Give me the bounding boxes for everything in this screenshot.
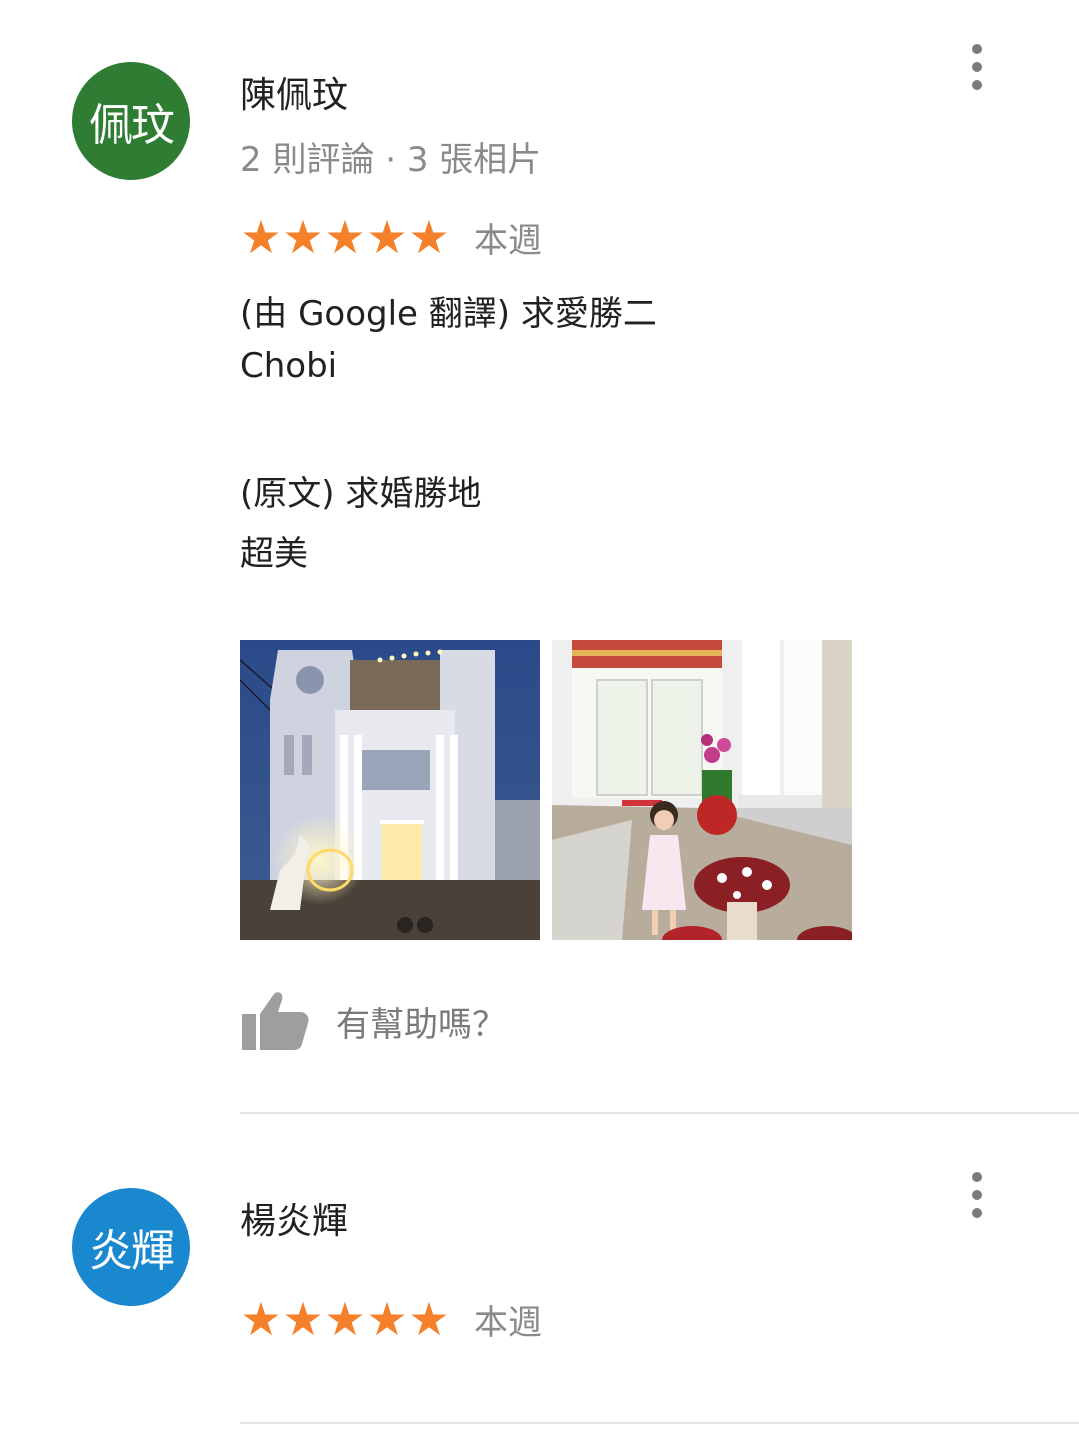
more-options-icon[interactable] — [966, 44, 988, 90]
avatar-initials: 炎輝 — [89, 1226, 175, 1277]
star-icon: ★ — [240, 1292, 282, 1346]
star-icon: ★ — [240, 210, 282, 264]
building-night-photo — [240, 640, 540, 940]
star-icon: ★ — [324, 210, 366, 264]
original-text-line: (原文) 求婚勝地 — [240, 474, 482, 514]
original-text-line: 超美 — [240, 534, 308, 574]
star-icon: ★ — [324, 1292, 366, 1346]
review-card: 炎輝 楊炎輝 ★ ★ ★ ★ ★ 本週 — [0, 1120, 1079, 1440]
divider — [240, 1422, 1079, 1424]
avatar-initials: 佩玟 — [89, 100, 175, 151]
star-icon: ★ — [366, 1292, 408, 1346]
thumbs-up-icon — [242, 992, 309, 1050]
review-card: 佩玟 陳佩玟 2 則評論 · 3 張相片 ★ ★ ★ ★ ★ 本週 (由 Goo… — [0, 0, 1079, 1120]
translated-text-line: (由 Google 翻譯) 求愛勝二 — [240, 294, 657, 334]
star-icon: ★ — [408, 210, 450, 264]
avatar[interactable]: 炎輝 — [72, 1188, 190, 1306]
reviewer-name[interactable]: 陳佩玟 — [240, 66, 348, 118]
helpful-label: 有幫助嗎？ — [336, 1004, 506, 1045]
child-entrance-photo — [552, 640, 852, 940]
star-icon: ★ — [366, 210, 408, 264]
review-date: 本週 — [474, 220, 542, 261]
review-photo[interactable] — [240, 640, 540, 940]
review-photo[interactable] — [552, 640, 852, 940]
star-icon: ★ — [282, 210, 324, 264]
star-rating: ★ ★ ★ ★ ★ — [240, 214, 450, 260]
star-rating: ★ ★ ★ ★ ★ — [240, 1296, 450, 1342]
divider — [240, 1112, 1079, 1114]
rating-row: ★ ★ ★ ★ ★ 本週 — [240, 1294, 542, 1344]
more-options-icon[interactable] — [966, 1172, 988, 1218]
star-icon: ★ — [282, 1292, 324, 1346]
review-date: 本週 — [474, 1302, 542, 1343]
rating-row: ★ ★ ★ ★ ★ 本週 — [240, 212, 542, 262]
star-icon: ★ — [408, 1292, 450, 1346]
translated-text-line: Chobi — [240, 346, 338, 386]
reviewer-name[interactable]: 楊炎輝 — [240, 1192, 348, 1244]
avatar[interactable]: 佩玟 — [72, 62, 190, 180]
reviewer-meta: 2 則評論 · 3 張相片 — [240, 140, 542, 180]
helpful-button[interactable]: 有幫助嗎？ — [240, 990, 506, 1052]
